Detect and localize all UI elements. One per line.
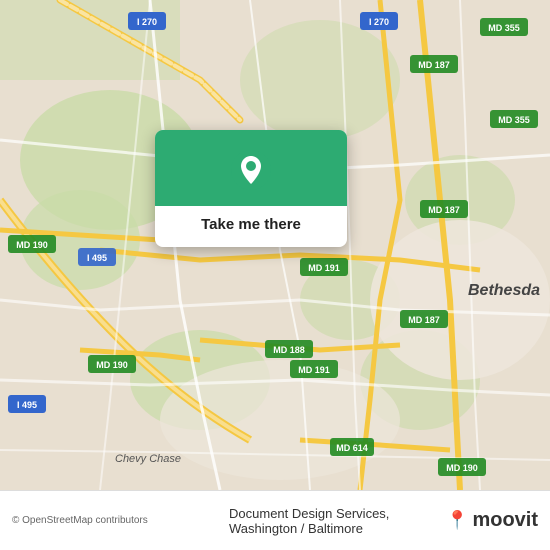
svg-text:MD 190: MD 190 [16,240,48,250]
map-area: I 270 I 270 MD 355 MD 355 MD 187 MD 187 … [0,0,550,490]
svg-text:MD 187: MD 187 [408,315,440,325]
svg-text:I 495: I 495 [87,253,107,263]
location-popup: Take me there [155,130,347,247]
svg-text:I 495: I 495 [17,400,37,410]
svg-text:MD 614: MD 614 [336,443,368,453]
moovit-pin-icon: 📍 [446,510,468,531]
svg-text:MD 188: MD 188 [273,345,305,355]
svg-text:MD 187: MD 187 [418,60,450,70]
moovit-logo: 📍 moovit [446,509,538,532]
popup-header [155,130,347,206]
svg-text:MD 191: MD 191 [298,365,330,375]
svg-text:I 270: I 270 [369,17,389,27]
svg-text:MD 355: MD 355 [488,23,520,33]
svg-text:MD 190: MD 190 [96,360,128,370]
svg-text:Chevy Chase: Chevy Chase [115,453,181,465]
svg-text:MD 191: MD 191 [308,263,340,273]
moovit-brand-label: moovit [472,509,538,532]
svg-text:MD 190: MD 190 [446,463,478,473]
bottom-bar: © OpenStreetMap contributors Document De… [0,490,550,550]
business-name: Document Design Services, Washington / B… [229,506,438,536]
popup-button[interactable]: Take me there [185,206,317,247]
location-pin-icon [229,148,273,192]
svg-text:MD 187: MD 187 [428,205,460,215]
svg-text:Bethesda: Bethesda [468,282,540,299]
copyright-text: © OpenStreetMap contributors [12,515,221,526]
svg-text:MD 355: MD 355 [498,115,530,125]
bottom-info: Document Design Services, Washington / B… [229,506,438,536]
svg-text:I 270: I 270 [137,17,157,27]
